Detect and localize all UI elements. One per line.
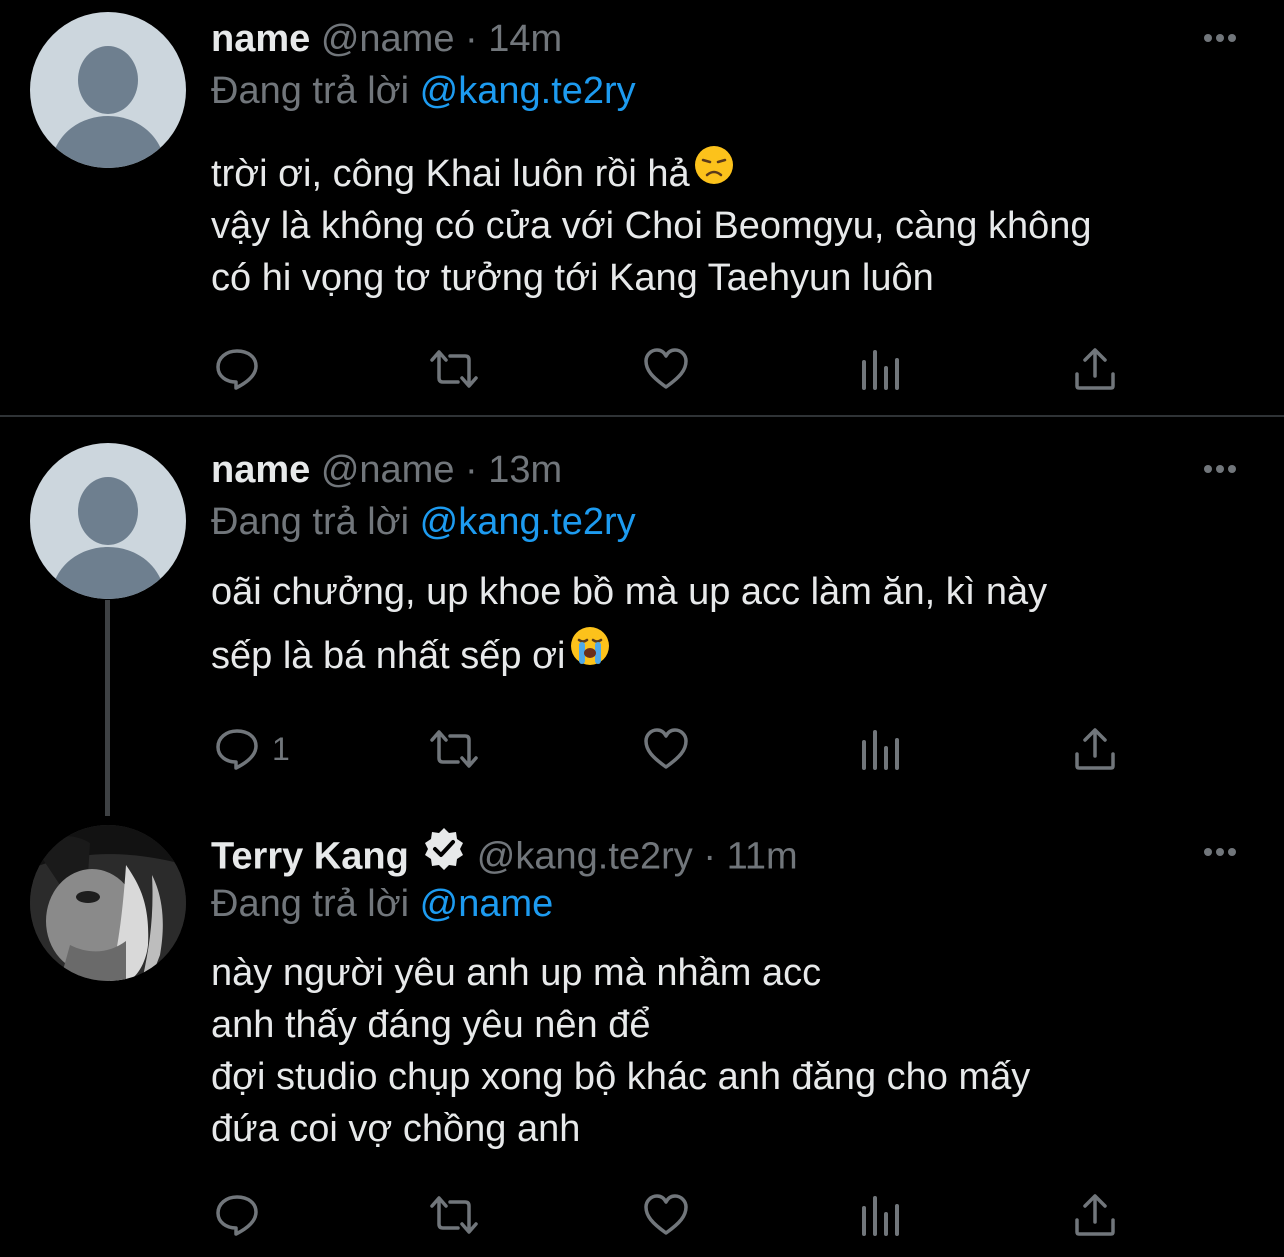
tweet-line: sếp là bá nhất sếp ơi <box>211 626 1251 693</box>
views-button[interactable] <box>860 344 902 394</box>
timestamp[interactable]: 13m <box>488 449 562 491</box>
tweet-header: name @name · 13m <box>211 445 562 495</box>
user-handle[interactable]: @name <box>321 449 455 491</box>
display-name[interactable]: Terry Kang <box>211 836 409 878</box>
tweet-line: đợi studio chụp xong bộ khác anh đăng ch… <box>211 1056 1031 1098</box>
replying-to-mention[interactable]: @kang.te2ry <box>420 501 636 543</box>
tweet-text: trời ơi, công Khai luôn rồi hả vậy là kh… <box>211 145 1251 304</box>
like-button[interactable] <box>642 724 690 774</box>
tweet-actions <box>0 344 1284 394</box>
tweet-actions: 1 <box>0 724 1284 774</box>
timestamp[interactable]: 11m <box>727 836 798 878</box>
retweet-icon <box>430 730 478 768</box>
reply-button[interactable] <box>214 1190 260 1240</box>
tweet-line: trời ơi, công Khai luôn rồi hả <box>211 145 1251 200</box>
tweet-3[interactable]: Terry Kang @kang.te2ry · 11m Đang trả lời… <box>0 817 1284 1257</box>
reply-count: 1 <box>272 730 290 767</box>
reply-button[interactable]: 1 <box>214 724 290 774</box>
verified-badge-icon <box>421 826 467 885</box>
replying-to-mention[interactable]: @name <box>420 883 554 925</box>
reply-button[interactable] <box>214 344 260 394</box>
more-icon[interactable] <box>1200 459 1240 479</box>
loudly-crying-face-icon <box>570 626 610 681</box>
tweet-line: có hi vọng tơ tưởng tới Kang Taehyun luô… <box>211 257 934 299</box>
display-name[interactable]: name <box>211 449 310 491</box>
replying-to-label: Đang trả lời <box>211 70 410 112</box>
replying-to-label: Đang trả lời <box>211 883 410 925</box>
separator-dot: · <box>465 18 478 60</box>
tweet-header: Terry Kang @kang.te2ry · 11m <box>211 828 798 879</box>
retweet-icon <box>430 1196 478 1234</box>
views-button[interactable] <box>860 724 902 774</box>
share-button[interactable] <box>1074 344 1116 394</box>
tweet-text: này người yêu anh up mà nhầm acc anh thấ… <box>211 947 1251 1155</box>
user-handle[interactable]: @name <box>321 18 455 60</box>
separator-dot: · <box>703 835 717 878</box>
like-button[interactable] <box>642 344 690 394</box>
tweet-header: name @name · 14m <box>211 14 562 64</box>
reply-icon <box>216 349 258 390</box>
tweet-1[interactable]: name @name · 14m Đang trả lời @kang.te2r… <box>0 0 1284 416</box>
views-button[interactable] <box>860 1190 902 1240</box>
retweet-button[interactable] <box>428 1190 480 1240</box>
retweet-icon <box>430 350 478 388</box>
like-button[interactable] <box>642 1190 690 1240</box>
tweet-text: oãi chưởng, up khoe bồ mà up acc làm ăn,… <box>211 565 1251 693</box>
share-icon <box>1075 728 1115 770</box>
share-icon <box>1075 348 1115 390</box>
replying-to: Đang trả lời @kang.te2ry <box>211 66 636 116</box>
views-icon <box>862 730 899 770</box>
replying-to: Đang trả lời @kang.te2ry <box>211 497 636 547</box>
tweet-line: đứa coi vợ chồng anh <box>211 1108 581 1150</box>
more-icon[interactable] <box>1200 28 1240 48</box>
display-name[interactable]: name <box>211 18 310 60</box>
default-avatar-icon <box>50 477 166 599</box>
reply-icon <box>216 729 258 770</box>
tweet-line: này người yêu anh up mà nhầm acc <box>211 952 822 994</box>
tweet-line: vậy là không có cửa với Choi Beomgyu, cà… <box>211 205 1092 247</box>
views-icon <box>862 350 899 390</box>
user-handle[interactable]: @kang.te2ry <box>477 836 693 878</box>
timestamp[interactable]: 14m <box>488 18 562 60</box>
like-icon <box>644 728 688 769</box>
retweet-button[interactable] <box>428 344 480 394</box>
like-icon <box>644 1194 688 1235</box>
replying-to-mention[interactable]: @kang.te2ry <box>420 70 636 112</box>
default-avatar-icon <box>50 46 166 168</box>
share-button[interactable] <box>1074 1190 1116 1240</box>
replying-to-label: Đang trả lời <box>211 501 410 543</box>
more-icon[interactable] <box>1200 842 1240 862</box>
share-button[interactable] <box>1074 724 1116 774</box>
retweet-button[interactable] <box>428 724 480 774</box>
disappointed-face-icon <box>694 145 734 199</box>
avatar-photo[interactable] <box>30 825 186 981</box>
avatar-default[interactable] <box>30 443 186 599</box>
profile-photo-icon <box>30 825 186 981</box>
tweet-line: oãi chưởng, up khoe bồ mà up acc làm ăn,… <box>211 571 1048 613</box>
views-icon <box>862 1196 899 1236</box>
tweet-line: anh thấy đáng yêu nên để <box>211 1004 651 1046</box>
tweet-2[interactable]: name @name · 13m Đang trả lời @kang.te2r… <box>0 417 1284 817</box>
tweet-actions <box>0 1190 1284 1240</box>
reply-icon <box>216 1195 258 1236</box>
share-icon <box>1075 1194 1115 1236</box>
separator-dot: · <box>465 449 478 491</box>
avatar-default[interactable] <box>30 12 186 168</box>
replying-to: Đang trả lời @name <box>211 879 553 929</box>
like-icon <box>644 348 688 389</box>
